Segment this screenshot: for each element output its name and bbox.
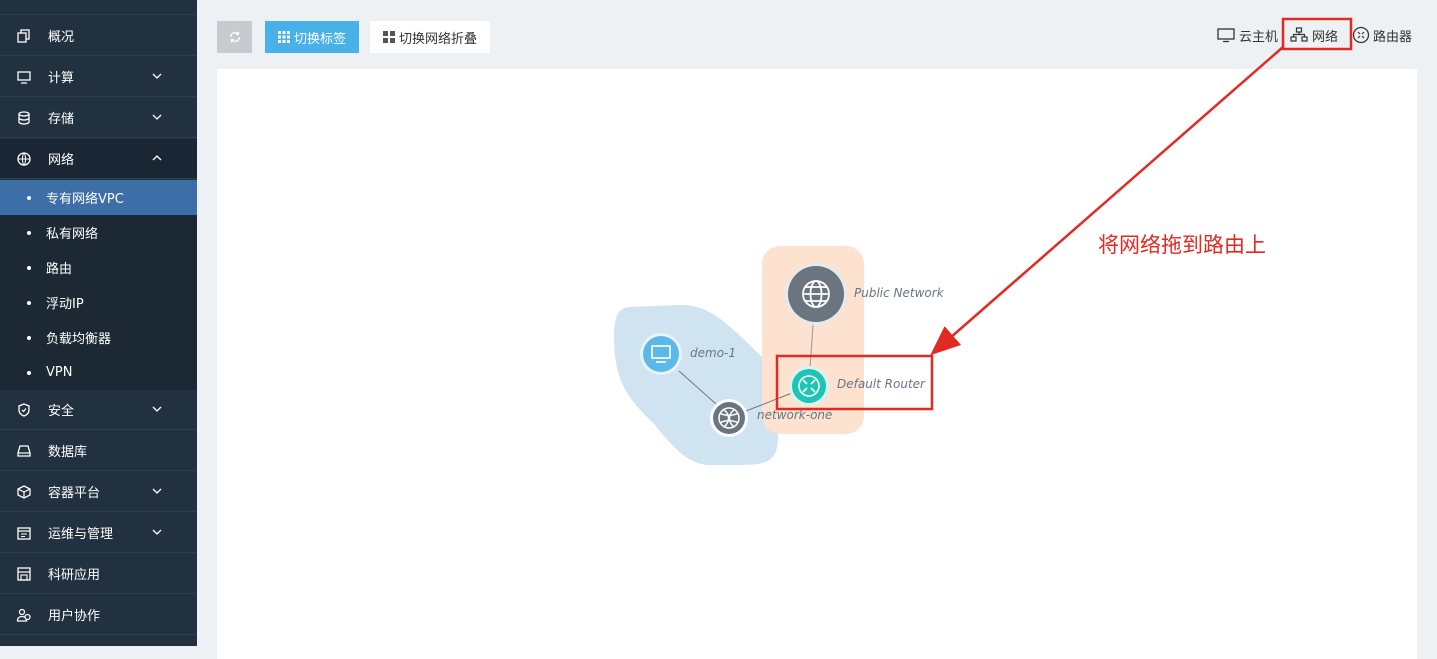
router-node-label: Default Router: [837, 377, 925, 391]
annotation-text: 将网络拖到路由上: [1098, 233, 1266, 257]
public-network-node[interactable]: [785, 263, 847, 325]
highlight-box-network: [1281, 17, 1353, 51]
annotation-arrow: [930, 46, 1284, 356]
router-node[interactable]: [789, 366, 829, 406]
public-network-node-label: Public Network: [854, 286, 944, 300]
network-node-label: network-one: [757, 408, 833, 422]
topology-overlay: [614, 17, 1353, 465]
network-node[interactable]: [710, 399, 748, 437]
private-network-group: [614, 305, 779, 465]
vm-node-label: demo-1: [690, 346, 736, 360]
vm-node[interactable]: [640, 333, 682, 375]
